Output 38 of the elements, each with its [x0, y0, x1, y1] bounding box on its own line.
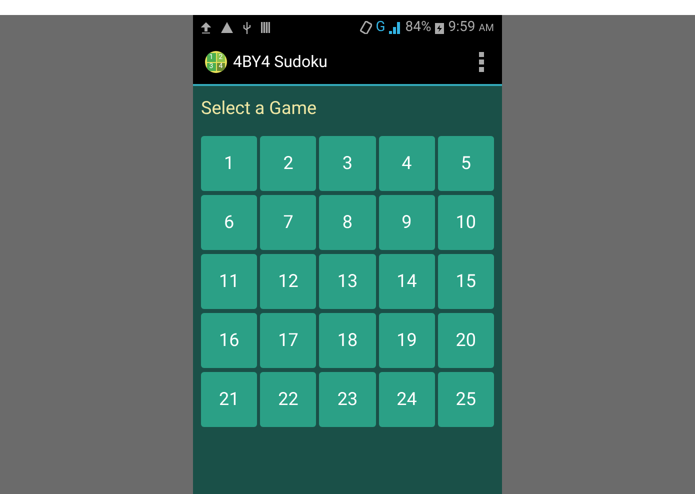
- game-button[interactable]: 15: [438, 254, 494, 309]
- game-button[interactable]: 20: [438, 313, 494, 368]
- clock: 9:59 AM: [448, 18, 494, 37]
- game-button[interactable]: 12: [260, 254, 316, 309]
- game-button[interactable]: 16: [201, 313, 258, 368]
- game-button[interactable]: 25: [438, 372, 494, 427]
- game-button[interactable]: 19: [378, 313, 435, 368]
- game-button[interactable]: 6: [201, 195, 258, 250]
- game-button[interactable]: 24: [378, 372, 435, 427]
- game-button[interactable]: 3: [319, 136, 376, 191]
- game-button[interactable]: 4: [378, 136, 435, 191]
- game-button[interactable]: 23: [319, 372, 376, 427]
- game-button[interactable]: 7: [260, 195, 316, 250]
- usb-icon: [243, 22, 251, 34]
- upload-icon: [201, 22, 211, 34]
- app-title: 4BY4 Sudoku: [233, 51, 328, 73]
- network-type: G: [376, 18, 386, 37]
- battery-icon: [435, 22, 444, 34]
- game-button[interactable]: 5: [438, 136, 494, 191]
- game-button[interactable]: 1: [201, 136, 258, 191]
- game-button[interactable]: 17: [260, 313, 316, 368]
- game-button[interactable]: 18: [319, 313, 376, 368]
- overflow-menu-icon[interactable]: [479, 52, 484, 72]
- game-button[interactable]: 21: [201, 372, 258, 427]
- game-button[interactable]: 2: [260, 136, 316, 191]
- battery-percent: 84%: [405, 18, 432, 37]
- signal-icon: [389, 22, 402, 34]
- game-button[interactable]: 14: [378, 254, 435, 309]
- game-button[interactable]: 8: [319, 195, 376, 250]
- rotate-icon: [360, 21, 372, 34]
- game-button[interactable]: 10: [438, 195, 494, 250]
- game-button[interactable]: 13: [319, 254, 376, 309]
- heading: Select a Game: [200, 97, 318, 121]
- game-button[interactable]: 11: [201, 254, 258, 309]
- barcode-icon: [261, 22, 270, 33]
- game-button[interactable]: 22: [260, 372, 316, 427]
- warning-icon: [221, 22, 233, 33]
- game-button[interactable]: 9: [378, 195, 435, 250]
